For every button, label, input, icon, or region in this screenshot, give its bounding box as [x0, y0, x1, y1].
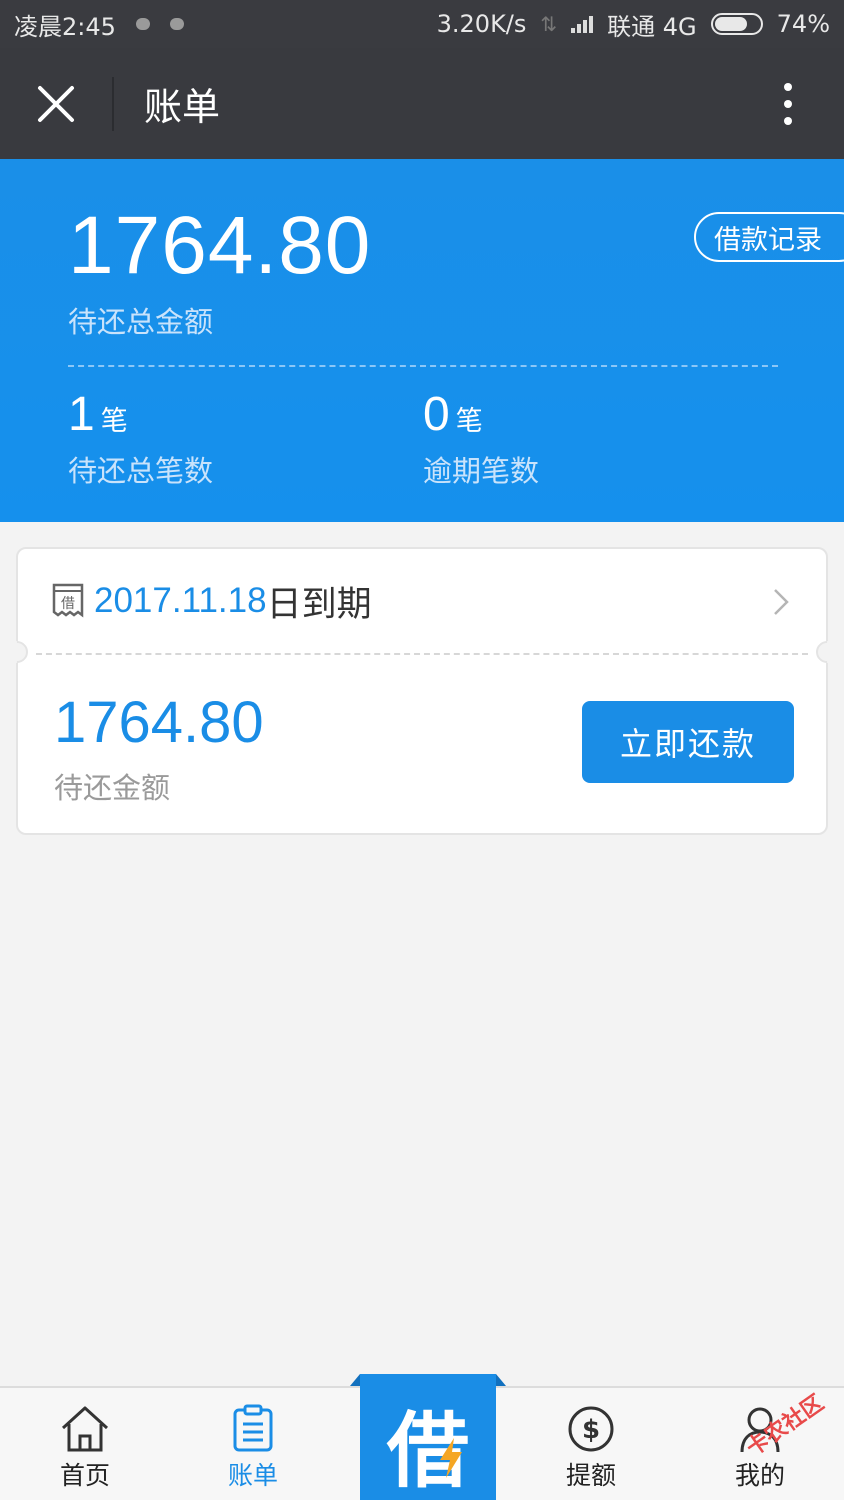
repay-now-button[interactable]: 立即还款: [582, 701, 794, 783]
pending-count-label: 待还总笔数: [68, 454, 214, 488]
tab-bill[interactable]: 账单: [193, 1388, 313, 1500]
overdue-unit: 笔: [455, 406, 483, 437]
close-icon: [38, 85, 74, 122]
overdue-count: 0: [423, 388, 450, 441]
bill-summary: 1764.80 待还总金额 借款记录 1笔 待还总笔数 0笔 逾期笔数: [0, 159, 844, 522]
bill-amount: 1764.80: [54, 690, 264, 755]
due-date: 2017.11.18: [94, 581, 267, 620]
title-divider: [112, 76, 114, 131]
tab-mine-label: 我的: [734, 1461, 785, 1490]
pending-count-block: 1笔 待还总笔数: [68, 387, 213, 490]
svg-text:借: 借: [61, 596, 75, 612]
bill-card-header[interactable]: 借 2017.11.18 日到期: [18, 549, 826, 653]
data-transfer-icon: ⇅: [540, 12, 558, 36]
tab-home-label: 首页: [59, 1461, 110, 1490]
loan-receipt-icon: 借: [52, 583, 84, 618]
total-amount: 1764.80: [68, 200, 372, 291]
overdue-count-label: 逾期笔数: [423, 454, 540, 488]
more-menu-button[interactable]: [732, 48, 844, 159]
tab-raise-limit[interactable]: $ 提额: [531, 1388, 651, 1500]
summary-divider: [68, 365, 778, 367]
lightning-icon: [440, 1438, 462, 1478]
loan-records-button[interactable]: 借款记录: [694, 212, 844, 262]
more-dots-icon: [784, 82, 792, 91]
tab-borrow[interactable]: 借: [360, 1374, 496, 1500]
wechat-notification-icon: [169, 18, 184, 30]
due-suffix: 日到期: [266, 584, 372, 625]
tab-home[interactable]: 首页: [25, 1388, 145, 1500]
carrier-label: 联通 4G: [607, 12, 697, 41]
pending-unit: 笔: [100, 406, 128, 437]
overdue-count-block: 0笔 逾期笔数: [423, 387, 539, 490]
notification-icon: [135, 18, 150, 30]
borrow-icon: 借: [386, 1404, 469, 1499]
bill-amount-label: 待还金额: [54, 771, 171, 805]
home-icon: [61, 1406, 109, 1452]
title-bar: 账单: [0, 48, 844, 159]
tab-bill-label: 账单: [227, 1461, 278, 1490]
svg-text:$: $: [582, 1415, 600, 1445]
total-amount-label: 待还总金额: [68, 305, 214, 339]
borrow-tab-cap-left: [350, 1374, 360, 1386]
bill-card[interactable]: 借 2017.11.18 日到期 1764.80 待还金额 立即还款: [1, 547, 843, 835]
bill-icon: [233, 1404, 273, 1452]
page-title: 账单: [144, 85, 221, 129]
tab-raise-limit-label: 提额: [565, 1461, 616, 1490]
chevron-right-icon: [774, 589, 789, 615]
battery-icon: [710, 13, 763, 35]
pending-count: 1: [68, 388, 95, 441]
card-divider: [36, 653, 808, 655]
network-speed: 3.20K/s: [436, 10, 527, 38]
borrow-tab-cap-right: [496, 1374, 506, 1386]
status-bar: 凌晨2:45 3.20K/s ⇅ 联通 4G 74%: [0, 0, 844, 48]
signal-icon: [571, 15, 594, 33]
status-time: 凌晨2:45: [14, 12, 116, 41]
close-button[interactable]: [0, 48, 112, 159]
battery-percent: 74%: [776, 10, 830, 38]
dollar-icon: $: [568, 1406, 614, 1452]
